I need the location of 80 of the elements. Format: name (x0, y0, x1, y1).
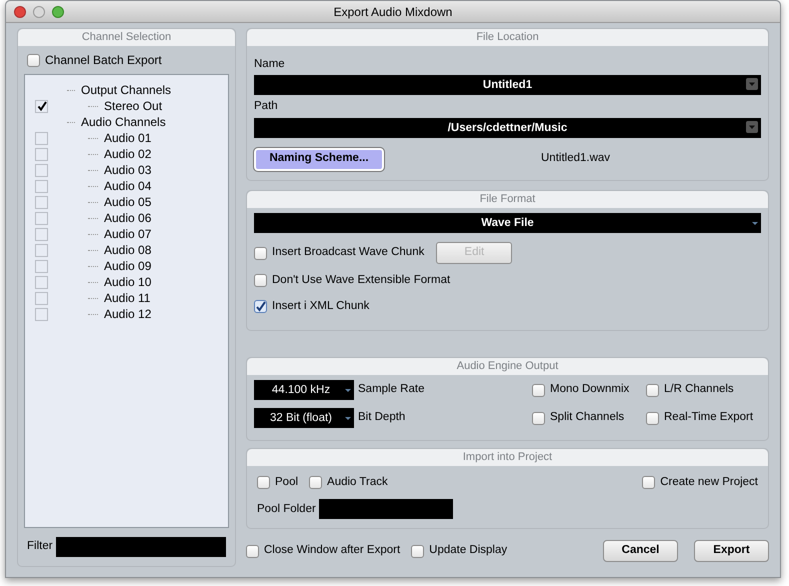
filter-label: Filter (27, 539, 53, 554)
checkbox[interactable] (27, 54, 40, 66)
dialog-button[interactable]: Cancel (603, 540, 678, 562)
tree-checkbox[interactable] (35, 164, 48, 176)
checkbox[interactable] (246, 544, 259, 558)
checkbox[interactable] (254, 246, 267, 260)
panel-header: Channel Selection (18, 29, 235, 46)
checkbox[interactable] (257, 476, 270, 490)
zoom-button[interactable] (52, 6, 64, 18)
checkbox[interactable] (254, 300, 267, 314)
tree-node[interactable]: Audio 02 (104, 145, 152, 163)
tree-checkbox[interactable] (35, 180, 48, 192)
panel-header: Audio Engine Output (247, 358, 768, 375)
tree-node[interactable]: Audio 12 (104, 305, 152, 323)
format-dropdown[interactable]: Wave File (254, 213, 761, 233)
tree-checkbox[interactable] (35, 132, 48, 144)
tree-checkbox[interactable] (35, 292, 48, 304)
tree-node[interactable]: Audio 11 (104, 289, 150, 307)
minimize-button[interactable] (33, 6, 45, 18)
pool-folder-field[interactable] (318, 499, 453, 520)
checkbox-label: Split Channels (550, 410, 624, 426)
tree-node[interactable]: Audio 05 (104, 193, 152, 211)
checkbox-label: L/R Channels (664, 382, 734, 398)
checkbox[interactable] (532, 384, 545, 396)
checkbox-label: Close Window after Export (264, 543, 400, 558)
file-name: Untitled1.wav (541, 151, 610, 166)
tree-node[interactable]: Audio Channels (81, 113, 166, 131)
filter-field[interactable] (56, 537, 226, 557)
tree-checkbox[interactable] (35, 260, 48, 272)
checkbox-label: Insert Broadcast Wave Chunk (272, 245, 424, 260)
checkbox-label: Real-Time Export (664, 410, 754, 426)
tree-node[interactable]: Output Channels (81, 81, 172, 99)
tree-node[interactable]: Audio 09 (104, 257, 152, 275)
checkbox-label: Channel Batch Export (45, 52, 162, 69)
tree-checkbox[interactable] (35, 196, 48, 208)
tree-node[interactable]: Audio 10 (104, 273, 152, 291)
checkbox[interactable] (642, 476, 656, 490)
tree-checkbox[interactable] (35, 308, 48, 320)
tree-checkbox[interactable] (35, 228, 48, 240)
path-label: Path (254, 99, 279, 114)
panel-header: File Location (247, 29, 768, 46)
checkbox-label: Update Display (429, 543, 508, 558)
tree-node[interactable]: Audio 08 (104, 241, 152, 259)
checkbox[interactable] (254, 274, 267, 288)
setting-label: Bit Depth (357, 410, 406, 426)
tree-checkbox[interactable] (35, 276, 48, 288)
tree-node[interactable]: Audio 07 (104, 225, 152, 243)
tree-checkbox[interactable] (35, 148, 48, 160)
tree-node[interactable]: Audio 04 (104, 177, 152, 195)
path-dropdown[interactable]: /Users/cdettner/Music (254, 118, 761, 138)
checkbox-label: Mono Downmix (550, 382, 630, 398)
checkbox[interactable] (646, 412, 659, 424)
checkbox-label: Insert i XML Chunk (272, 299, 370, 314)
tree-checkbox[interactable] (35, 100, 48, 112)
checkbox[interactable] (309, 476, 322, 490)
checkbox-label: Create new Project (660, 475, 758, 490)
tree-node[interactable]: Audio 06 (104, 209, 152, 227)
tree-node[interactable]: Audio 01 (104, 129, 152, 147)
checkbox-label: Pool (275, 475, 298, 490)
naming-scheme-button[interactable]: Naming Scheme... (254, 148, 384, 170)
setting-label: Sample Rate (357, 382, 426, 398)
tree-node[interactable]: Stereo Out (104, 97, 162, 115)
checkbox[interactable] (411, 544, 424, 558)
pool-folder-label: Pool Folder (257, 502, 316, 517)
name-label: Name (254, 57, 286, 72)
checkbox[interactable] (646, 384, 659, 396)
setting-dropdown[interactable]: 44.100 kHz (254, 380, 354, 400)
window-title: Export Audio Mixdown (332, 4, 454, 20)
tree-node[interactable]: Audio 03 (104, 161, 152, 179)
tree-checkbox[interactable] (35, 244, 48, 256)
panel-header: Import into Project (247, 449, 768, 466)
checkbox-label: Don't Use Wave Extensible Format (272, 273, 450, 288)
close-button[interactable] (14, 6, 26, 18)
checkbox-label: Audio Track (327, 475, 388, 490)
setting-dropdown[interactable]: 32 Bit (float) (254, 408, 354, 428)
name-dropdown[interactable]: Untitled1 (254, 75, 761, 96)
tree-checkbox[interactable] (35, 212, 48, 224)
panel-header: File Format (247, 191, 768, 208)
checkbox[interactable] (532, 412, 545, 424)
dialog-button[interactable]: Export (694, 540, 769, 562)
